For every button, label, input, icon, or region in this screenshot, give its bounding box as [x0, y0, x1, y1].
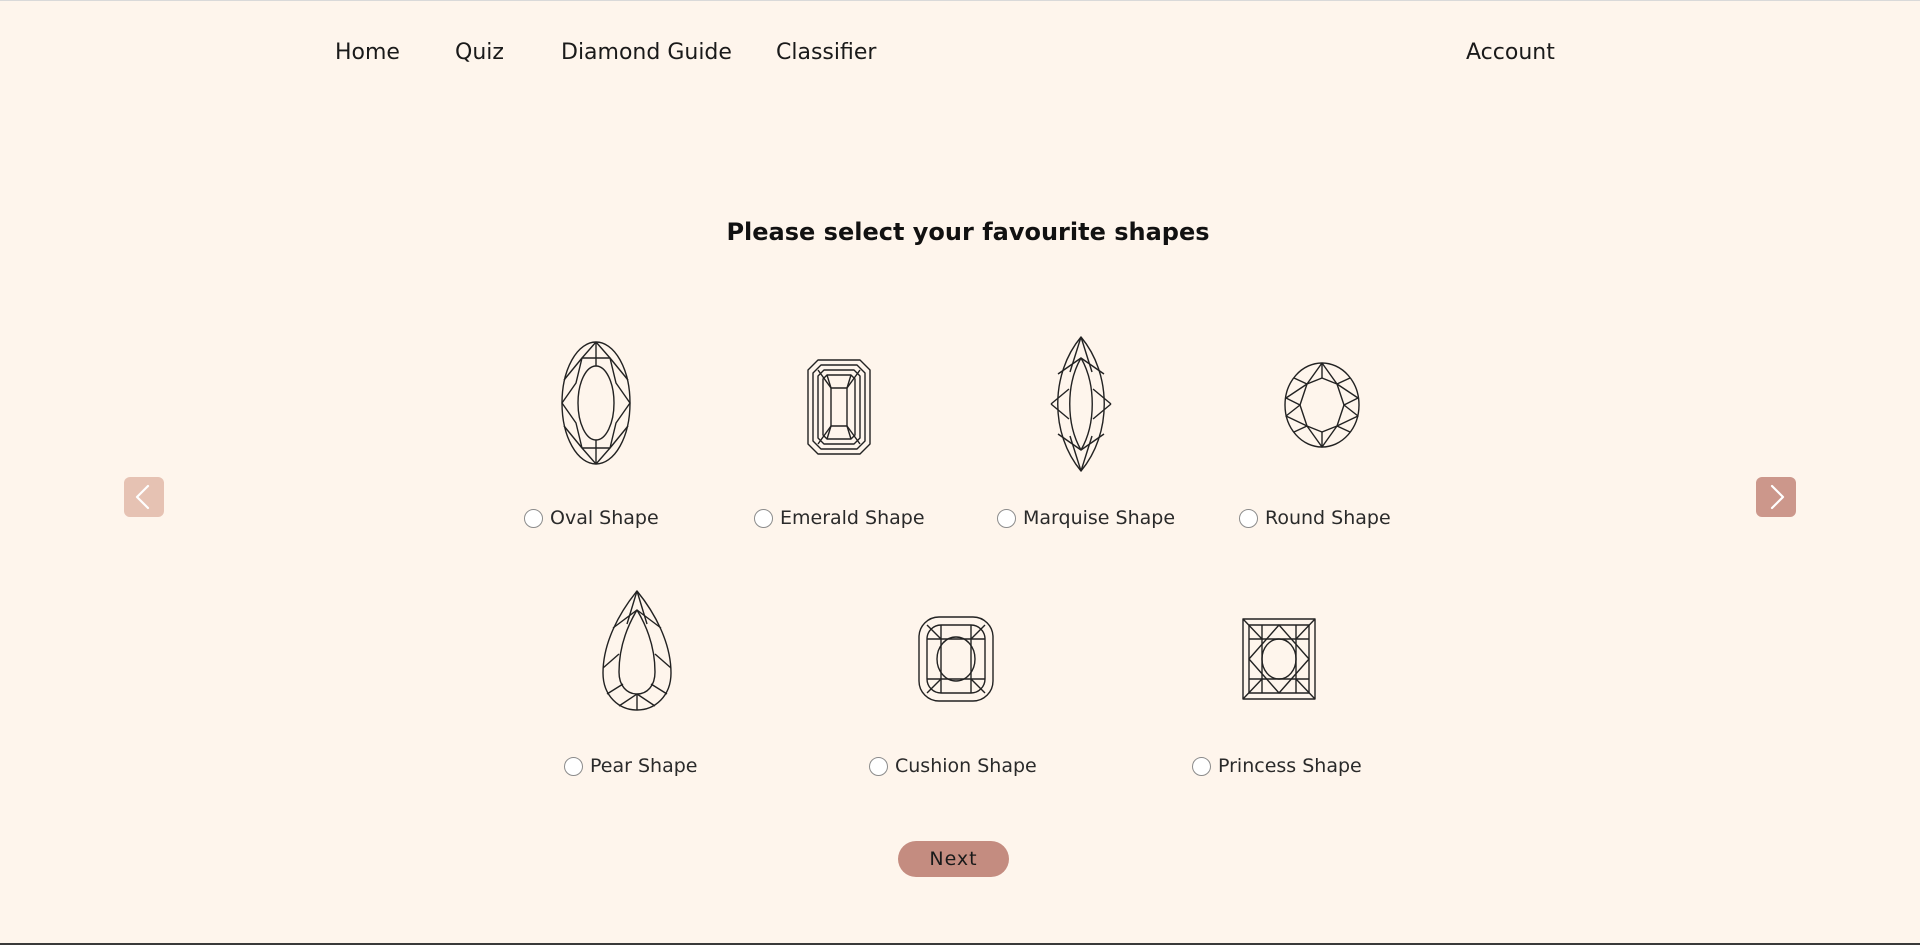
round-diamond-icon [1284, 362, 1360, 448]
next-button[interactable]: Next [898, 841, 1009, 877]
marquise-radio[interactable] [997, 508, 1016, 528]
option-pear[interactable]: Pear Shape [564, 755, 697, 777]
next-arrow-button[interactable] [1756, 477, 1796, 517]
option-cushion[interactable]: Cushion Shape [869, 755, 1037, 777]
pear-radio[interactable] [564, 756, 583, 776]
chevron-right-icon [1770, 484, 1785, 510]
marquise-label: Marquise Shape [1023, 507, 1176, 529]
prev-button[interactable] [124, 477, 164, 517]
page-title: Please select your favourite shapes [726, 218, 1210, 246]
princess-label: Princess Shape [1218, 755, 1362, 777]
emerald-radio[interactable] [754, 508, 773, 528]
princess-diamond-icon [1242, 618, 1316, 700]
option-marquise[interactable]: Marquise Shape [997, 507, 1175, 529]
round-radio[interactable] [1239, 508, 1258, 528]
pear-diamond-icon [602, 590, 672, 711]
option-emerald[interactable]: Emerald Shape [754, 507, 925, 529]
marquise-diamond-icon [1050, 336, 1112, 472]
nav-diamond-guide[interactable]: Diamond Guide [561, 38, 732, 68]
option-round[interactable]: Round Shape [1239, 507, 1391, 529]
cushion-label: Cushion Shape [895, 755, 1037, 777]
option-oval[interactable]: Oval Shape [524, 507, 659, 529]
round-label: Round Shape [1265, 507, 1391, 529]
pear-label: Pear Shape [590, 755, 698, 777]
nav-home[interactable]: Home [335, 38, 400, 68]
top-border [0, 0, 1920, 1]
chevron-left-icon [135, 484, 150, 510]
nav-account[interactable]: Account [1466, 38, 1555, 68]
princess-radio[interactable] [1192, 756, 1211, 776]
emerald-diamond-icon [807, 359, 871, 455]
cushion-diamond-icon [918, 616, 994, 702]
nav-classifier[interactable]: Classifier [776, 38, 876, 68]
oval-label: Oval Shape [550, 507, 659, 529]
oval-radio[interactable] [524, 508, 543, 528]
oval-diamond-icon [561, 341, 631, 465]
nav-quiz[interactable]: Quiz [455, 38, 504, 68]
emerald-label: Emerald Shape [780, 507, 925, 529]
cushion-radio[interactable] [869, 756, 888, 776]
option-princess[interactable]: Princess Shape [1192, 755, 1362, 777]
